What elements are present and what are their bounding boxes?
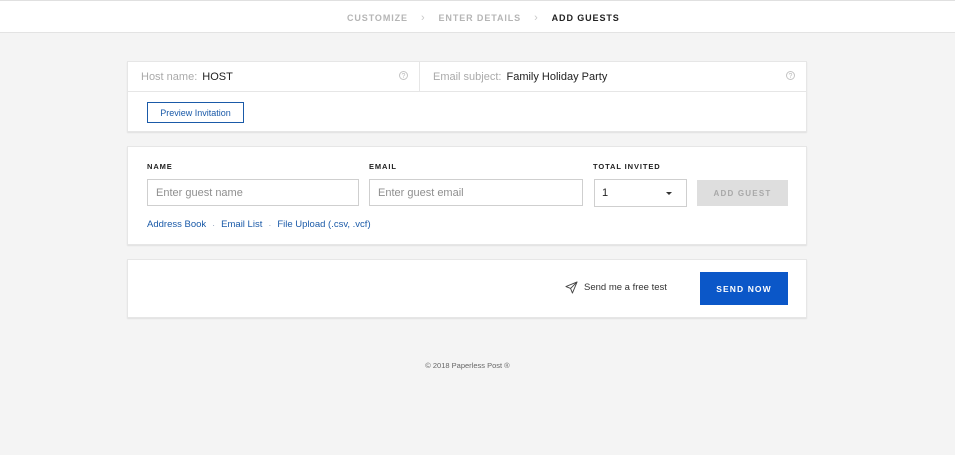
caret-down-icon <box>666 192 672 195</box>
host-name-value[interactable]: HOST <box>202 71 233 83</box>
host-details-card: Host name: HOST ? Email subject: Family … <box>127 61 807 132</box>
email-subject-value[interactable]: Family Holiday Party <box>506 71 607 83</box>
email-subject-label: Email subject: <box>433 70 502 83</box>
add-guests-card: NAME EMAIL TOTAL INVITED 1 ADD GUEST Add… <box>127 146 807 245</box>
send-now-button[interactable]: SEND NOW <box>700 272 788 305</box>
guest-email-input[interactable] <box>369 179 583 206</box>
import-links: Address Book · Email List · File Upload … <box>147 219 371 230</box>
send-card: Send me a free test SEND NOW <box>127 259 807 318</box>
help-icon[interactable]: ? <box>399 71 408 80</box>
address-book-link[interactable]: Address Book <box>147 219 206 230</box>
step-breadcrumb: CUSTOMIZE › ENTER DETAILS › ADD GUESTS <box>347 11 620 24</box>
chevron-right-icon: › <box>420 11 426 24</box>
total-invited-value: 1 <box>602 187 609 199</box>
send-free-test-link[interactable]: Send me a free test <box>565 281 667 294</box>
link-separator: · <box>212 219 216 230</box>
email-list-link[interactable]: Email List <box>221 219 262 230</box>
help-icon[interactable]: ? <box>786 71 795 80</box>
top-navigation-bar: CUSTOMIZE › ENTER DETAILS › ADD GUESTS <box>0 0 955 33</box>
send-free-test-label: Send me a free test <box>584 282 667 293</box>
name-column-label: NAME <box>147 162 173 171</box>
host-details-row: Host name: HOST ? Email subject: Family … <box>128 62 806 92</box>
host-name-label: Host name: <box>141 70 198 83</box>
total-invited-select[interactable]: 1 <box>594 179 687 207</box>
link-separator: · <box>268 219 272 230</box>
step-add-guests: ADD GUESTS <box>551 13 620 23</box>
chevron-right-icon: › <box>534 11 539 24</box>
add-guest-button[interactable]: ADD GUEST <box>697 180 788 206</box>
email-column-label: EMAIL <box>369 162 397 171</box>
step-enter-details[interactable]: ENTER DETAILS <box>439 13 522 23</box>
preview-invitation-button[interactable]: Preview Invitation <box>147 102 244 123</box>
step-customize[interactable]: CUSTOMIZE <box>347 13 408 23</box>
footer-copyright: © 2018 Paperless Post ® <box>425 361 510 370</box>
host-name-field[interactable]: Host name: HOST ? <box>128 62 420 91</box>
paper-plane-icon <box>565 281 578 294</box>
email-subject-field[interactable]: Email subject: Family Holiday Party ? <box>420 62 806 91</box>
file-upload-link[interactable]: File Upload (.csv, .vcf) <box>277 219 370 230</box>
guest-name-input[interactable] <box>147 179 359 206</box>
total-invited-label: TOTAL INVITED <box>593 162 661 171</box>
